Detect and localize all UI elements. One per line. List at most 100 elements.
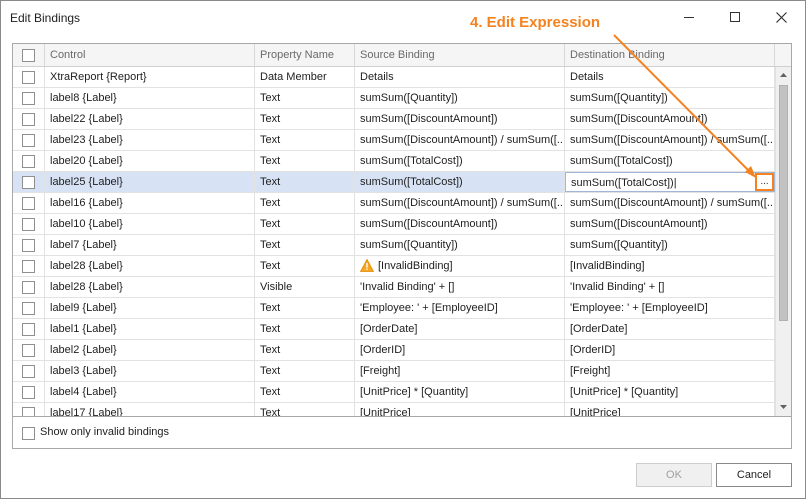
- source-binding-cell[interactable]: 'Invalid Binding' + []: [355, 277, 565, 297]
- table-row[interactable]: label17 {Label} Text [UnitPrice] [UnitPrice…: [13, 403, 775, 416]
- minimize-button[interactable]: [666, 1, 712, 33]
- source-binding-cell[interactable]: sumSum([TotalCost]): [355, 151, 565, 171]
- scroll-down-arrow-icon[interactable]: [778, 401, 789, 412]
- property-cell[interactable]: Text: [255, 193, 355, 213]
- destination-binding-cell[interactable]: sumSum([TotalCost]): [565, 151, 775, 171]
- row-checkbox[interactable]: [22, 302, 35, 315]
- row-checkbox[interactable]: [22, 71, 35, 84]
- control-cell[interactable]: label23 {Label}: [45, 130, 255, 150]
- table-row[interactable]: label9 {Label} Text 'Employee: ' + [Employ…: [13, 298, 775, 319]
- control-cell[interactable]: label2 {Label}: [45, 340, 255, 360]
- row-checkbox[interactable]: [22, 197, 35, 210]
- source-binding-cell[interactable]: sumSum([Quantity]): [355, 88, 565, 108]
- table-row[interactable]: label20 {Label} Text sumSum([TotalCost]) su…: [13, 151, 775, 172]
- property-cell[interactable]: Text: [255, 151, 355, 171]
- property-cell[interactable]: Text: [255, 382, 355, 402]
- row-checkbox[interactable]: [22, 176, 35, 189]
- edit-expression-button[interactable]: ...: [755, 173, 774, 191]
- table-row[interactable]: label28 {Label} Text [InvalidBinding] [Inva…: [13, 256, 775, 277]
- table-row[interactable]: XtraReport {Report} Data Member Details Det…: [13, 67, 775, 88]
- property-cell[interactable]: Data Member: [255, 67, 355, 87]
- destination-binding-cell[interactable]: sumSum([DiscountAmount]): [565, 109, 775, 129]
- source-binding-cell[interactable]: sumSum([DiscountAmount]): [355, 214, 565, 234]
- destination-binding-cell[interactable]: [OrderID]: [565, 340, 775, 360]
- row-checkbox[interactable]: [22, 260, 35, 273]
- row-checkbox[interactable]: [22, 113, 35, 126]
- destination-binding-cell[interactable]: [OrderDate]: [565, 319, 775, 339]
- property-cell[interactable]: Text: [255, 235, 355, 255]
- source-binding-cell[interactable]: [InvalidBinding]: [355, 256, 565, 276]
- source-binding-cell[interactable]: [OrderDate]: [355, 319, 565, 339]
- vertical-scrollbar[interactable]: [775, 67, 791, 416]
- row-checkbox[interactable]: [22, 155, 35, 168]
- control-cell[interactable]: label20 {Label}: [45, 151, 255, 171]
- row-checkbox[interactable]: [22, 386, 35, 399]
- destination-binding-cell[interactable]: sumSum([DiscountAmount]) / sumSum([...: [565, 193, 775, 213]
- table-row[interactable]: label16 {Label} Text sumSum([DiscountAmoun…: [13, 193, 775, 214]
- destination-binding-cell[interactable]: 'Employee: ' + [EmployeeID]: [565, 298, 775, 318]
- control-cell[interactable]: XtraReport {Report}: [45, 67, 255, 87]
- property-cell[interactable]: Text: [255, 88, 355, 108]
- property-cell[interactable]: Text: [255, 340, 355, 360]
- table-row[interactable]: label8 {Label} Text sumSum([Quantity]) sumS…: [13, 88, 775, 109]
- select-all-checkbox[interactable]: [22, 49, 35, 62]
- property-cell[interactable]: Text: [255, 361, 355, 381]
- show-invalid-checkbox[interactable]: [22, 427, 35, 440]
- source-binding-cell[interactable]: sumSum([DiscountAmount]) / sumSum([...: [355, 130, 565, 150]
- destination-binding-cell[interactable]: sumSum([Quantity]): [565, 88, 775, 108]
- source-binding-cell[interactable]: 'Employee: ' + [EmployeeID]: [355, 298, 565, 318]
- table-row[interactable]: label4 {Label} Text [UnitPrice] * [Quantit…: [13, 382, 775, 403]
- row-checkbox[interactable]: [22, 323, 35, 336]
- control-cell[interactable]: label28 {Label}: [45, 277, 255, 297]
- column-header-property-name[interactable]: Property Name: [255, 44, 355, 66]
- table-row[interactable]: label28 {Label} Visible 'Invalid Binding' …: [13, 277, 775, 298]
- destination-binding-cell[interactable]: [Freight]: [565, 361, 775, 381]
- row-checkbox[interactable]: [22, 365, 35, 378]
- control-cell[interactable]: label1 {Label}: [45, 319, 255, 339]
- row-checkbox[interactable]: [22, 344, 35, 357]
- property-cell[interactable]: Text: [255, 298, 355, 318]
- destination-binding-cell[interactable]: [InvalidBinding]: [565, 256, 775, 276]
- scrollbar-thumb[interactable]: [779, 85, 788, 321]
- control-cell[interactable]: label28 {Label}: [45, 256, 255, 276]
- property-cell[interactable]: Text: [255, 130, 355, 150]
- show-invalid-label[interactable]: Show only invalid bindings: [40, 426, 169, 438]
- destination-binding-cell[interactable]: [UnitPrice] * [Quantity]: [565, 382, 775, 402]
- destination-binding-cell[interactable]: sumSum([DiscountAmount]) / sumSum([...: [565, 130, 775, 150]
- property-cell[interactable]: Text: [255, 214, 355, 234]
- row-checkbox[interactable]: [22, 239, 35, 252]
- property-cell[interactable]: Text: [255, 109, 355, 129]
- source-binding-cell[interactable]: sumSum([DiscountAmount]) / sumSum([...: [355, 193, 565, 213]
- column-header-control[interactable]: Control: [45, 44, 255, 66]
- property-cell[interactable]: Visible: [255, 277, 355, 297]
- control-cell[interactable]: label17 {Label}: [45, 403, 255, 416]
- table-row[interactable]: label10 {Label} Text sumSum([DiscountAmoun…: [13, 214, 775, 235]
- source-binding-cell[interactable]: [Freight]: [355, 361, 565, 381]
- cancel-button[interactable]: Cancel: [716, 463, 792, 487]
- property-cell[interactable]: Text: [255, 256, 355, 276]
- destination-binding-cell[interactable]: sumSum([Quantity]): [565, 235, 775, 255]
- property-cell[interactable]: Text: [255, 403, 355, 416]
- property-cell[interactable]: Text: [255, 319, 355, 339]
- source-binding-cell[interactable]: [OrderID]: [355, 340, 565, 360]
- column-header-source-binding[interactable]: Source Binding: [355, 44, 565, 66]
- source-binding-cell[interactable]: [UnitPrice] * [Quantity]: [355, 382, 565, 402]
- control-cell[interactable]: label3 {Label}: [45, 361, 255, 381]
- control-cell[interactable]: label9 {Label}: [45, 298, 255, 318]
- destination-binding-cell[interactable]: 'Invalid Binding' + []: [565, 277, 775, 297]
- destination-binding-cell[interactable]: sumSum([DiscountAmount]): [565, 214, 775, 234]
- destination-binding-cell[interactable]: Details: [565, 67, 775, 87]
- row-checkbox[interactable]: [22, 281, 35, 294]
- source-binding-cell[interactable]: sumSum([Quantity]): [355, 235, 565, 255]
- control-cell[interactable]: label22 {Label}: [45, 109, 255, 129]
- table-row[interactable]: label3 {Label} Text [Freight] [Freight]: [13, 361, 775, 382]
- table-row[interactable]: label7 {Label} Text sumSum([Quantity]) sumS…: [13, 235, 775, 256]
- control-cell[interactable]: label4 {Label}: [45, 382, 255, 402]
- maximize-button[interactable]: [712, 1, 758, 33]
- table-row[interactable]: label2 {Label} Text [OrderID] [OrderID]: [13, 340, 775, 361]
- close-button[interactable]: [758, 1, 804, 33]
- row-checkbox[interactable]: [22, 407, 35, 416]
- row-checkbox[interactable]: [22, 218, 35, 231]
- ok-button[interactable]: OK: [636, 463, 712, 487]
- row-checkbox[interactable]: [22, 92, 35, 105]
